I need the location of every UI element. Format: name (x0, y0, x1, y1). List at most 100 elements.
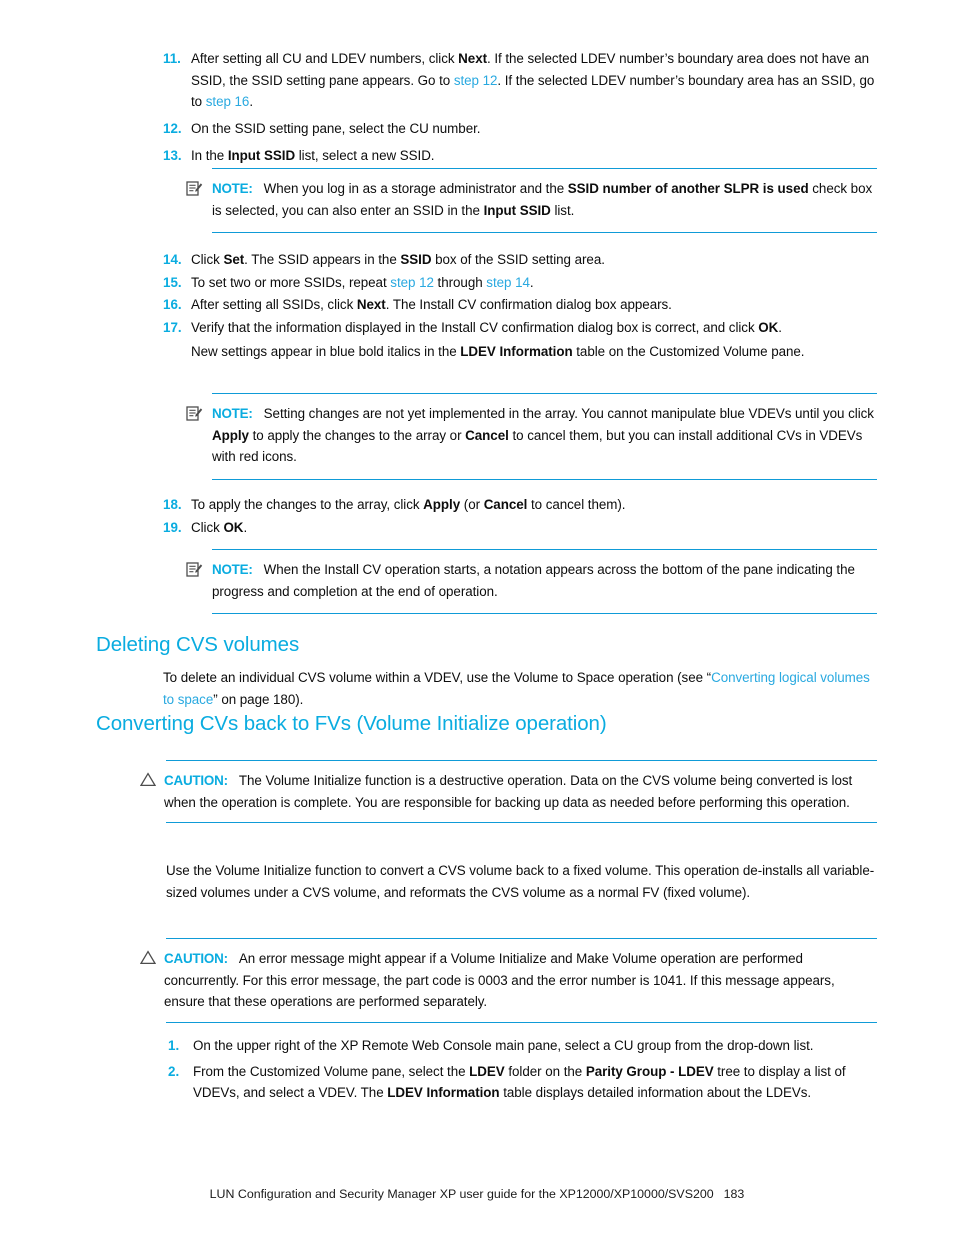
step-number: 15. (163, 274, 182, 290)
step-number: 17. (163, 320, 182, 336)
step-text: After setting all SSIDs, click Next. The… (191, 294, 877, 316)
step-list-bottom: 18. To apply the changes to the array, c… (163, 494, 877, 539)
step-text: Click Set. The SSID appears in the SSID … (191, 249, 877, 271)
step-text-seg: table on the Customized Volume pane. (572, 343, 805, 359)
step-number: 16. (163, 297, 182, 313)
step-text: In the Input SSID list, select a new SSI… (191, 145, 877, 167)
xref-step-14[interactable]: step 14 (486, 275, 530, 290)
note-box-3: NOTE: When the Install CV operation star… (186, 549, 877, 615)
step-text: Click OK. (191, 517, 877, 539)
caution-text: CAUTION: The Volume Initialize function … (164, 770, 877, 813)
step-text-seg: In the (191, 147, 228, 163)
step-text: After setting all CU and LDEV numbers, c… (191, 48, 877, 113)
note-content: NOTE: When the Install CV operation star… (186, 550, 877, 613)
list-item: 1. On the upper right of the XP Remote W… (168, 1035, 877, 1057)
step-text-seg: through (433, 274, 487, 290)
ui-label-ok: OK (758, 320, 779, 336)
divider-bottom (212, 613, 877, 615)
step-text-seg: folder on the (504, 1063, 586, 1079)
note-text-seg: list. (550, 202, 575, 218)
list-item: 2. From the Customized Volume pane, sele… (168, 1061, 877, 1104)
step-text-seg: table displays detailed information abou… (499, 1085, 812, 1101)
footer-title: LUN Configuration and Security Manager X… (209, 1187, 714, 1201)
divider-bottom (212, 479, 877, 481)
ui-label-ok: OK (223, 519, 244, 535)
ui-label-set: Set (223, 252, 245, 267)
note-text-seg: When you log in as a storage administrat… (263, 181, 568, 196)
step-text: To set two or more SSIDs, repeat step 12… (191, 272, 877, 294)
step-text-seg: list, select a new SSID. (295, 147, 435, 163)
step-text: To apply the changes to the array, click… (191, 494, 877, 516)
note-text-seg: to apply the changes to the array or (248, 427, 466, 443)
caution-text-seg: The Volume Initialize function is a dest… (164, 773, 853, 810)
step-text-seg: After setting all CU and LDEV numbers, c… (191, 51, 459, 66)
list-item: 14. Click Set. The SSID appears in the S… (163, 249, 877, 271)
section-heading-deleting-cvs-volumes: Deleting CVS volumes (96, 633, 300, 656)
ui-label-cancel: Cancel (465, 427, 509, 443)
step-text-seg: to cancel them). (527, 497, 626, 512)
ui-label-input-ssid: Input SSID (483, 202, 551, 218)
step-number: 13. (163, 147, 182, 163)
step-text-seg: To apply the changes to the array, click (191, 497, 424, 512)
step-text-seg: . The SSID appears in the (244, 252, 401, 267)
step-text: On the SSID setting pane, select the CU … (191, 121, 481, 137)
step-text-seg: . (529, 274, 534, 290)
note-icon (186, 403, 212, 422)
caution-box-1: CAUTION: The Volume Initialize function … (140, 760, 877, 824)
step-text-seg: . The Install CV confirmation dialog box… (385, 297, 672, 313)
ui-label-ssid-checkbox: SSID number of another SLPR is used (567, 181, 809, 196)
note-text-seg: When the Install CV operation starts, a … (212, 562, 855, 599)
ui-label-ldev: LDEV (469, 1063, 505, 1079)
note-text: NOTE: When you log in as a storage admin… (212, 178, 877, 221)
divider-bottom (166, 1022, 877, 1024)
ui-label-input-ssid: Input SSID (227, 147, 296, 163)
step-list-final: 1. On the upper right of the XP Remote W… (168, 1035, 877, 1105)
list-item: 17. Verify that the information displaye… (163, 317, 877, 362)
divider-bottom (212, 232, 877, 234)
step-text: Verify that the information displayed in… (191, 317, 877, 362)
step-text: On the upper right of the XP Remote Web … (193, 1038, 814, 1053)
note-box-2: NOTE: Setting changes are not yet implem… (186, 393, 877, 481)
note-icon (186, 559, 212, 578)
ui-label-next: Next (458, 51, 487, 66)
step-text-seg: (or (460, 497, 484, 512)
note-label: NOTE: (212, 181, 253, 196)
step-number: 1. (168, 1038, 180, 1053)
note-box-1: NOTE: When you log in as a storage admin… (186, 168, 877, 234)
step-number: 11. (163, 51, 181, 66)
caution-label: CAUTION: (164, 773, 228, 788)
note-text-seg: Setting changes are not yet implemented … (263, 406, 874, 421)
step-text-seg: After setting all SSIDs, click (191, 297, 357, 313)
xref-step-12[interactable]: step 12 (454, 73, 498, 88)
xref-step-12[interactable]: step 12 (390, 275, 434, 290)
ui-label-cancel: Cancel (483, 497, 528, 512)
section-heading-converting-cvs-back-to-fvs: Converting CVs back to FVs (Volume Initi… (96, 712, 607, 735)
note-label: NOTE: (212, 406, 253, 421)
note-icon (186, 178, 212, 197)
caution-text: CAUTION: An error message might appear i… (164, 948, 877, 1013)
ui-label-next: Next (356, 297, 386, 313)
page-number: 183 (723, 1187, 745, 1201)
ui-label-ldev-information: LDEV Information (387, 1085, 500, 1101)
list-item: 13. In the Input SSID list, select a new… (163, 145, 877, 167)
step-number: 2. (168, 1063, 180, 1079)
step-text-seg: Click (191, 519, 224, 535)
list-item: 15. To set two or more SSIDs, repeat ste… (163, 272, 877, 294)
paragraph-volume-initialize: Use the Volume Initialize function to co… (166, 863, 875, 900)
step-list-top: 11. After setting all CU and LDEV number… (163, 48, 877, 168)
para-seg: ” on page 180). (213, 691, 304, 707)
step-text-seg: From the Customized Volume pane, select … (193, 1063, 470, 1079)
list-item: 12. On the SSID setting pane, select the… (163, 118, 877, 140)
step-list-middle: 14. Click Set. The SSID appears in the S… (163, 249, 877, 364)
caution-content: CAUTION: An error message might appear i… (140, 939, 877, 1022)
xref-step-16[interactable]: step 16 (206, 94, 250, 109)
caution-content: CAUTION: The Volume Initialize function … (140, 761, 877, 822)
caution-text-seg: An error message might appear if a Volum… (164, 951, 835, 1010)
caution-label: CAUTION: (164, 951, 228, 966)
list-item: 16. After setting all SSIDs, click Next.… (163, 294, 877, 316)
list-item: 19. Click OK. (163, 517, 877, 539)
ui-label-apply: Apply (212, 427, 249, 443)
step-number: 12. (163, 121, 182, 137)
note-content: NOTE: Setting changes are not yet implem… (186, 394, 877, 479)
caution-triangle-icon (140, 948, 164, 965)
